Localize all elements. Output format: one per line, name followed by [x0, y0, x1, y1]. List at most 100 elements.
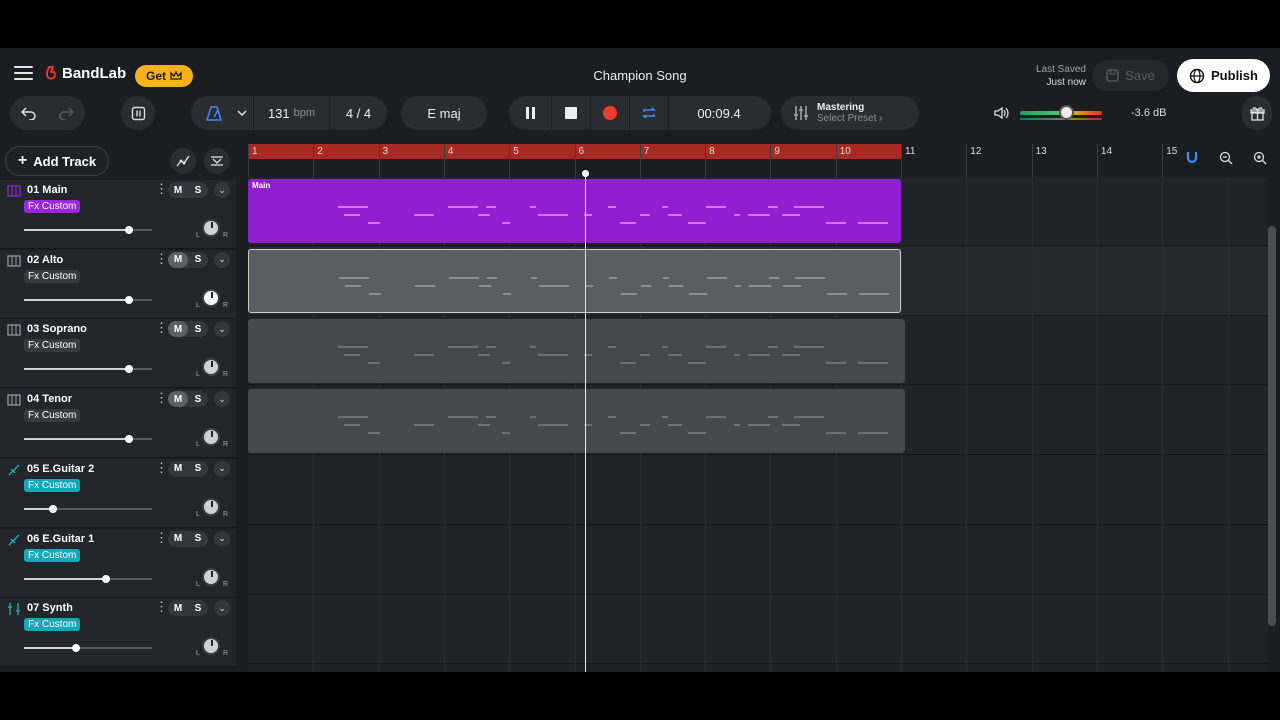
solo-button[interactable]: S	[188, 391, 208, 407]
time-signature-field[interactable]: 4 / 4	[330, 96, 387, 130]
metronome-panel-button[interactable]	[121, 96, 155, 130]
fx-badge[interactable]: Fx Custom	[24, 478, 81, 492]
mastering-button[interactable]: Mastering Select Preset ›	[781, 96, 919, 130]
track-volume-slider[interactable]	[24, 644, 152, 653]
vertical-scrollbar[interactable]	[1268, 226, 1276, 626]
track-options-button[interactable]	[204, 148, 230, 174]
track-header[interactable]: 05 E.Guitar 2 Fx Custom ⋮ M S ⌄ L R	[0, 458, 236, 528]
fx-badge[interactable]: Fx Custom	[24, 339, 81, 353]
track-expand-button[interactable]: ⌄	[214, 600, 230, 617]
get-membership-button[interactable]: Get	[135, 65, 194, 87]
mute-button[interactable]: M	[168, 251, 188, 268]
pause-button[interactable]	[509, 96, 551, 130]
track-name[interactable]: 05 E.Guitar 2	[27, 463, 94, 475]
track-menu-icon[interactable]: ⋮	[155, 182, 168, 196]
fx-badge[interactable]: Fx Custom	[24, 548, 81, 562]
track-header[interactable]: 03 Soprano Fx Custom ⋮ M S ⌄ L R	[0, 319, 236, 389]
fx-badge[interactable]: Fx Custom	[24, 618, 81, 632]
track-expand-button[interactable]: ⌄	[214, 530, 230, 547]
loop-button[interactable]	[630, 96, 668, 130]
track-menu-icon[interactable]: ⋮	[155, 391, 168, 405]
mute-button[interactable]: M	[168, 391, 188, 408]
record-button[interactable]	[591, 96, 629, 130]
track-menu-icon[interactable]: ⋮	[155, 530, 168, 545]
speaker-icon[interactable]	[994, 106, 1010, 120]
track-name[interactable]: 06 E.Guitar 1	[27, 533, 94, 545]
solo-button[interactable]: S	[188, 182, 208, 198]
track-header[interactable]: 04 Tenor Fx Custom ⋮ M S ⌄ L R	[0, 389, 236, 459]
track-menu-icon[interactable]: ⋮	[155, 600, 168, 614]
track-name[interactable]: 03 Soprano	[27, 323, 87, 335]
midi-clip[interactable]	[248, 249, 901, 313]
mute-button[interactable]: M	[168, 182, 188, 198]
pan-knob[interactable]	[202, 288, 220, 307]
solo-button[interactable]: S	[188, 600, 208, 616]
track-menu-icon[interactable]: ⋮	[155, 251, 168, 266]
track-volume-slider[interactable]	[24, 226, 152, 234]
solo-button[interactable]: S	[188, 321, 208, 337]
volume-thumb[interactable]	[124, 226, 133, 234]
track-volume-slider[interactable]	[24, 574, 152, 583]
track-volume-slider[interactable]	[24, 295, 152, 304]
track-header[interactable]: 07 Synth Fx Custom ⋮ M S ⌄ L R	[0, 598, 236, 668]
ruler[interactable]: 1 2 3 4 5 6 7 8 9 10 11 12 13 14 15	[248, 144, 1268, 177]
track-name[interactable]: 02 Alto	[27, 254, 63, 266]
pan-knob[interactable]	[202, 497, 220, 516]
publish-button[interactable]: Publish	[1177, 59, 1270, 92]
volume-slider-thumb[interactable]	[1059, 105, 1074, 120]
track-expand-button[interactable]: ⌄	[214, 321, 230, 338]
track-header[interactable]: 06 E.Guitar 1 Fx Custom ⋮ M S ⌄ L R	[0, 528, 236, 598]
volume-thumb[interactable]	[124, 435, 133, 444]
track-menu-icon[interactable]: ⋮	[155, 321, 168, 335]
gift-button[interactable]	[1242, 96, 1272, 130]
zoom-in-button[interactable]	[1248, 146, 1272, 170]
track-lane[interactable]	[248, 525, 1268, 595]
menu-icon[interactable]	[14, 66, 33, 80]
track-name[interactable]: 01 Main	[27, 184, 67, 196]
solo-button[interactable]: S	[188, 461, 208, 477]
track-expand-button[interactable]: ⌄	[214, 460, 230, 477]
solo-button[interactable]: S	[188, 252, 208, 268]
track-volume-slider[interactable]	[24, 435, 152, 444]
bpm-field[interactable]: 131 bpm	[254, 96, 329, 130]
metronome-dropdown[interactable]	[231, 96, 253, 130]
redo-button[interactable]	[48, 96, 85, 130]
pan-knob[interactable]	[202, 567, 220, 586]
track-expand-button[interactable]: ⌄	[214, 182, 230, 198]
track-header[interactable]: 01 Main Fx Custom ⋮ M S ⌄ L R	[0, 180, 236, 249]
track-menu-icon[interactable]: ⋮	[155, 460, 168, 475]
stop-button[interactable]	[552, 96, 590, 130]
track-header[interactable]: 02 Alto Fx Custom ⋮ M S ⌄ L R	[0, 249, 236, 319]
bandlab-logo[interactable]: BandLab	[44, 65, 126, 82]
playhead[interactable]	[582, 170, 589, 672]
track-name[interactable]: 07 Synth	[27, 602, 73, 614]
track-lane[interactable]	[248, 595, 1268, 665]
key-field[interactable]: E maj	[401, 96, 487, 130]
pan-knob[interactable]	[202, 358, 220, 377]
pan-knob[interactable]	[202, 219, 220, 237]
volume-thumb[interactable]	[124, 295, 133, 304]
arrangement-grid[interactable]: Main	[248, 177, 1268, 672]
mute-button[interactable]: M	[168, 600, 188, 616]
fx-badge[interactable]: Fx Custom	[24, 200, 81, 213]
track-expand-button[interactable]: ⌄	[214, 251, 230, 268]
song-title[interactable]: Champion Song	[540, 68, 740, 83]
automation-button[interactable]	[170, 148, 196, 174]
midi-clip[interactable]	[248, 389, 905, 453]
snap-button[interactable]	[1180, 146, 1204, 170]
zoom-out-button[interactable]	[1214, 146, 1238, 170]
volume-thumb[interactable]	[72, 644, 81, 653]
pan-knob[interactable]	[202, 637, 220, 656]
track-volume-slider[interactable]	[24, 504, 152, 513]
add-track-button[interactable]: + Add Track	[5, 146, 109, 176]
solo-button[interactable]: S	[188, 531, 208, 547]
mute-button[interactable]: M	[168, 321, 188, 338]
midi-clip[interactable]	[248, 319, 905, 383]
volume-thumb[interactable]	[101, 574, 110, 583]
undo-button[interactable]	[11, 96, 48, 130]
mute-button[interactable]: M	[168, 531, 188, 547]
save-button[interactable]: Save	[1092, 60, 1169, 91]
track-name[interactable]: 04 Tenor	[27, 393, 72, 405]
track-lane[interactable]	[248, 455, 1268, 525]
metronome-button[interactable]	[191, 96, 231, 130]
